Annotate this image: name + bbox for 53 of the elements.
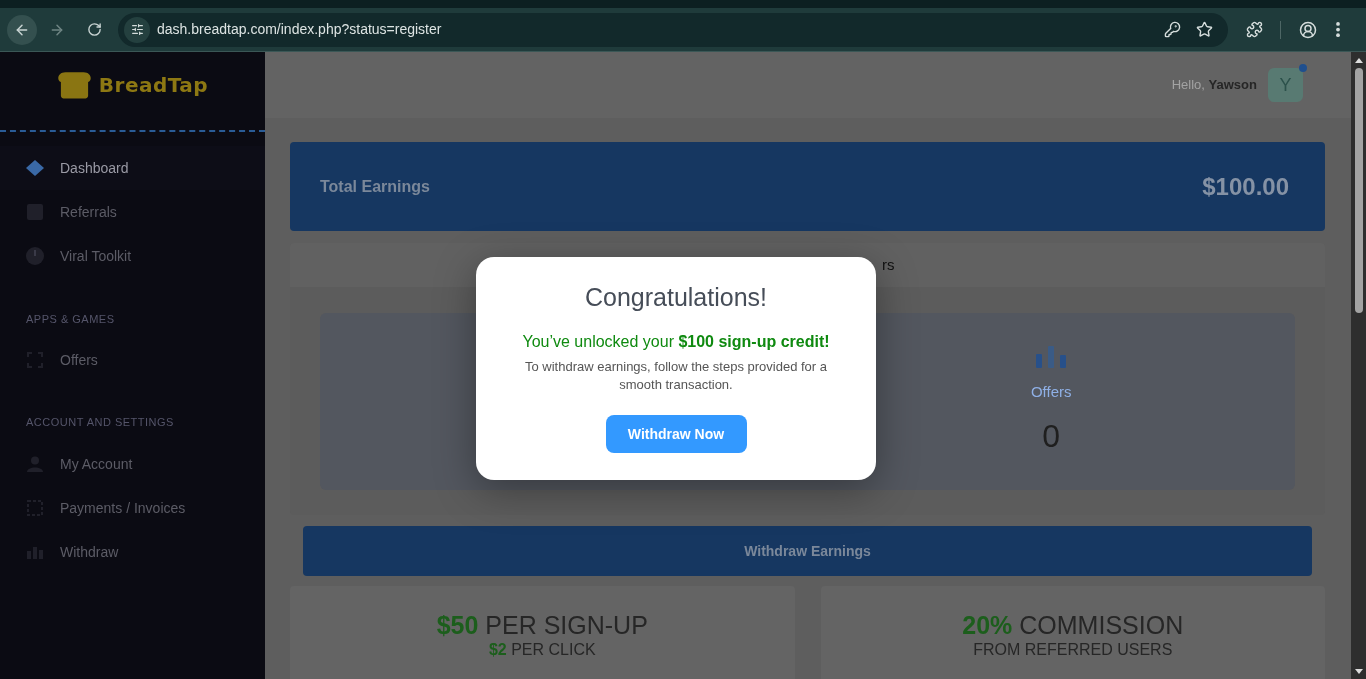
sidebar-item-label: Offers xyxy=(60,350,98,370)
scroll-down-icon[interactable] xyxy=(1354,669,1363,674)
url-text: dash.breadtap.com/index.php?status=register xyxy=(157,20,442,39)
puzzle-icon xyxy=(1245,21,1263,38)
stats-heading: rs xyxy=(882,254,895,275)
total-earnings-label: Total Earnings xyxy=(320,176,430,197)
scrollbar[interactable] xyxy=(1351,52,1366,679)
promo-headline: 20% COMMISSION xyxy=(962,610,1184,640)
sidebar-item[interactable]: Payments / Invoices xyxy=(0,486,265,530)
sidebar-item[interactable]: Dashboard xyxy=(0,146,265,190)
total-earnings-amount: $100.00 xyxy=(1202,171,1289,202)
modal-message: To withdraw earnings, follow the steps provided for a smooth transaction. xyxy=(523,358,828,394)
reload-icon xyxy=(86,22,102,37)
diamond-icon xyxy=(26,160,44,176)
offers-count: 0 xyxy=(1042,418,1061,454)
site-settings-button[interactable] xyxy=(124,16,150,43)
sidebar-item[interactable]: Withdraw xyxy=(0,530,265,574)
back-button[interactable] xyxy=(7,14,37,45)
promo-subline: $2 PER CLICK xyxy=(488,640,596,660)
notification-dot-icon xyxy=(1299,64,1307,72)
address-bar[interactable]: dash.breadtap.com/index.php?status=register xyxy=(118,12,1228,47)
sidebar-item[interactable]: Offers xyxy=(0,338,265,382)
sidebar-item[interactable]: My Account xyxy=(0,442,265,486)
greeting-text: Hello, Yawson xyxy=(1171,76,1257,95)
clock-icon xyxy=(26,247,44,265)
withdraw-now-button[interactable]: Withdraw Now xyxy=(605,415,747,453)
promo-subline: FROM REFERRED USERS xyxy=(973,640,1173,660)
more-menu-icon xyxy=(1336,22,1340,37)
sidebar-item[interactable]: Referrals xyxy=(0,190,265,234)
scroll-up-icon[interactable] xyxy=(1354,58,1363,63)
user-icon xyxy=(27,456,43,472)
sidebar-item-label: Viral Toolkit xyxy=(60,246,132,266)
sidebar-item-label: Dashboard xyxy=(60,158,129,178)
sidebar-item-label: Payments / Invoices xyxy=(60,498,186,518)
logo-text: BreadTap xyxy=(98,72,209,99)
withdraw-earnings-button[interactable]: Withdraw Earnings xyxy=(303,526,1312,576)
sidebar-item-label: Withdraw xyxy=(60,542,119,562)
scrollbar-thumb[interactable] xyxy=(1354,68,1363,313)
section-heading: ACCOUNT AND SETTINGS xyxy=(25,415,175,430)
bread-icon xyxy=(56,71,92,99)
profile-icon xyxy=(1299,20,1317,39)
key-icon xyxy=(1163,21,1181,38)
section-heading: APPS & GAMES xyxy=(25,312,116,327)
offers-label: Offers xyxy=(1030,382,1072,402)
sidebar-item-label: Referrals xyxy=(60,202,117,222)
star-icon xyxy=(1195,21,1213,38)
sidebar-item-label: My Account xyxy=(60,454,133,474)
bar-chart-icon xyxy=(1036,346,1067,368)
modal-title: Congratulations! xyxy=(584,282,768,312)
modal-highlight: You’ve unlocked your $100 sign-up credit! xyxy=(522,332,830,352)
settings-sliders-icon xyxy=(130,23,144,36)
sidebar-item[interactable]: Viral Toolkit xyxy=(0,234,265,278)
promo-headline: $50 PER SIGN-UP xyxy=(436,610,648,640)
